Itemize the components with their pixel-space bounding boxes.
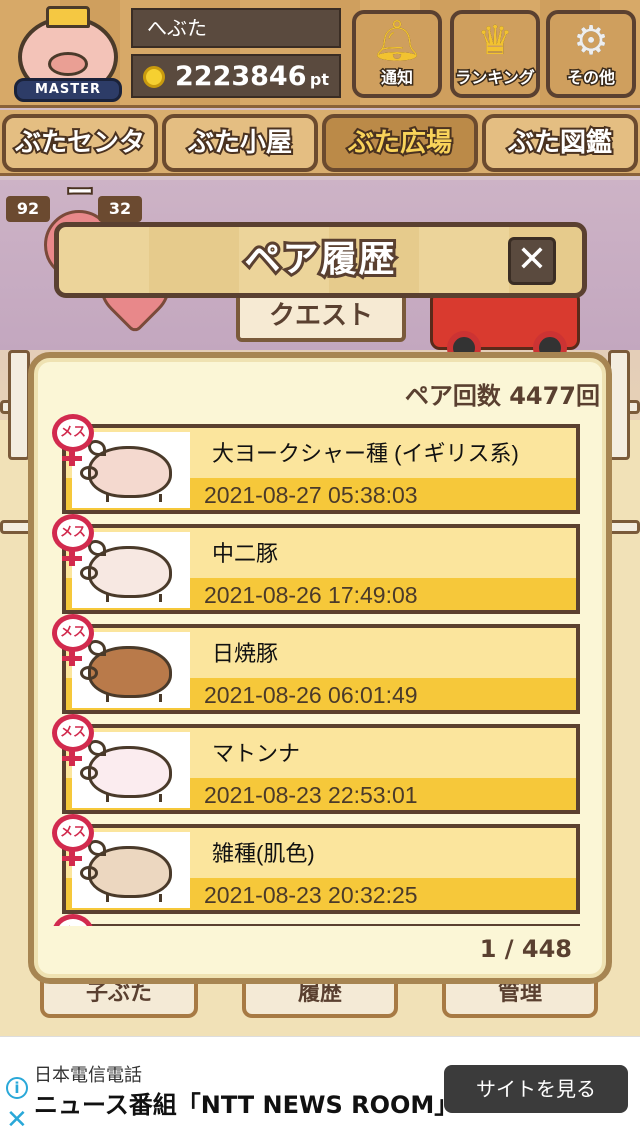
pig-snout-icon bbox=[80, 866, 98, 880]
ad-banner[interactable]: i ✕ 日本電信電話 ニュース番組「NTT NEWS ROOM」 サイトを見る bbox=[0, 1036, 640, 1136]
dialog-title-bar: ペア履歴 ✕ bbox=[54, 222, 587, 298]
pig-name: 雑種(肌色) bbox=[212, 841, 315, 866]
female-badge-icon: メス bbox=[52, 814, 94, 866]
list-item[interactable]: 大ヨークシャー種 (イギリス系) 2021-08-27 05:38:03 bbox=[62, 424, 580, 514]
female-symbol-bar bbox=[62, 856, 82, 861]
close-button[interactable]: ✕ bbox=[508, 237, 556, 285]
list-item[interactable]: 中二豚 2021-08-26 17:49:08 bbox=[62, 524, 580, 614]
list-item[interactable]: 日焼豚 2021-08-26 06:01:49 bbox=[62, 624, 580, 714]
female-badge-label: メス bbox=[52, 714, 94, 752]
female-badge-label: メス bbox=[52, 914, 94, 926]
female-badge-label: メス bbox=[52, 414, 94, 452]
list-item[interactable]: マトンナ 2021-08-23 22:53:01 bbox=[62, 724, 580, 814]
pig-name: 日焼豚 bbox=[212, 641, 279, 666]
pig-snout-icon bbox=[80, 766, 98, 780]
dialog-title: ペア履歴 bbox=[241, 236, 397, 283]
female-symbol-bar bbox=[62, 756, 82, 761]
pig-name: マトンナ bbox=[212, 741, 301, 766]
pig-name: 大ヨークシャー種 (イギリス系) bbox=[212, 441, 519, 466]
pig-name: 中二豚 bbox=[212, 541, 279, 566]
pair-date: 2021-08-26 06:01:49 bbox=[204, 682, 418, 708]
female-badge-label: メス bbox=[52, 514, 94, 552]
pair-date: 2021-08-23 22:53:01 bbox=[204, 782, 418, 808]
pair-count: ペア回数 4477回 bbox=[404, 382, 600, 410]
female-badge-icon: メス bbox=[52, 714, 94, 766]
pig-legs-icon bbox=[106, 694, 162, 702]
list-item[interactable]: 雑種(肌色) 2021-08-23 20:32:25 bbox=[62, 824, 580, 914]
close-icon[interactable]: ✕ bbox=[6, 1105, 28, 1135]
pair-date: 2021-08-23 20:32:25 bbox=[204, 882, 418, 908]
page-indicator: 1 / 448 bbox=[479, 935, 572, 963]
pig-legs-icon bbox=[106, 494, 162, 502]
female-badge-icon: メス bbox=[52, 914, 94, 926]
pig-legs-icon bbox=[106, 594, 162, 602]
ad-headline[interactable]: ニュース番組「NTT NEWS ROOM」 bbox=[34, 1085, 458, 1120]
female-symbol-bar bbox=[62, 556, 82, 561]
female-badge-icon: メス bbox=[52, 514, 94, 566]
female-badge-label: メス bbox=[52, 614, 94, 652]
pig-legs-icon bbox=[106, 894, 162, 902]
female-badge-icon: メス bbox=[52, 614, 94, 666]
pair-date: 2021-08-27 05:38:03 bbox=[204, 482, 418, 508]
female-badge-label: メス bbox=[52, 814, 94, 852]
pair-history-list[interactable]: 大ヨークシャー種 (イギリス系) 2021-08-27 05:38:03 メス 中二豚… bbox=[40, 408, 600, 926]
list-item[interactable] bbox=[62, 924, 580, 926]
pig-snout-icon bbox=[80, 666, 98, 680]
pair-date: 2021-08-26 17:49:08 bbox=[204, 582, 418, 608]
female-symbol-bar bbox=[62, 456, 82, 461]
ad-cta-button[interactable]: サイトを見る bbox=[444, 1065, 628, 1113]
info-icon[interactable]: i bbox=[6, 1077, 28, 1099]
pig-snout-icon bbox=[80, 466, 98, 480]
female-symbol-bar bbox=[62, 656, 82, 661]
female-badge-icon: メス bbox=[52, 414, 94, 466]
ad-company: 日本電信電話 bbox=[34, 1065, 142, 1086]
pig-legs-icon bbox=[106, 794, 162, 802]
pig-snout-icon bbox=[80, 566, 98, 580]
